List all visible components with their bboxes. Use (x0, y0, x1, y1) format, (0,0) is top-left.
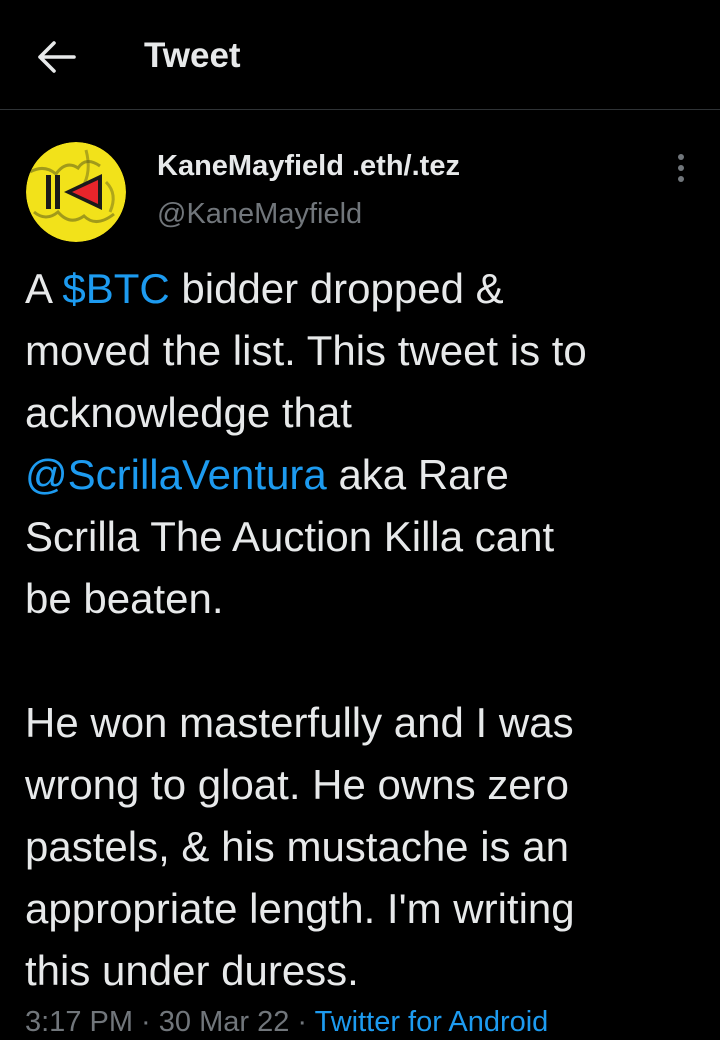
tweet-line: be beaten. (25, 575, 224, 622)
tweet-body: A $BTC bidder dropped & moved the list. … (25, 258, 695, 1002)
tweet-line: wrong to gloat. He owns zero (25, 761, 569, 808)
tweet-line: A $BTC bidder dropped & (25, 258, 695, 320)
tweet-line: pastels, & his mustache is an (25, 823, 569, 870)
mention-link-scrillaventura[interactable]: @ScrillaVentura (25, 451, 327, 498)
avatar[interactable] (26, 142, 126, 242)
tweet-line: @ScrillaVentura aka Rare (25, 444, 695, 506)
author-display-name[interactable]: KaneMayfield .eth/.tez (157, 148, 460, 184)
cashtag-link-btc[interactable]: $BTC (62, 265, 169, 312)
back-button[interactable] (30, 33, 82, 81)
arrow-left-icon (38, 41, 76, 73)
tweet-line: Scrilla The Auction Killa cant (25, 513, 555, 560)
tweet-line: acknowledge that (25, 389, 352, 436)
more-vertical-icon (678, 154, 684, 182)
paragraph-break (25, 630, 695, 692)
avatar-logo-icon (26, 142, 126, 242)
tweet-metadata: 3:17 PM · 30 Mar 22 · Twitter for Androi… (25, 1004, 548, 1040)
tweet-line: appropriate length. I'm writing (25, 885, 575, 932)
tweet-timestamp: 3:17 PM · 30 Mar 22 · (25, 1006, 315, 1038)
tweet-line: He won masterfully and I was (25, 699, 574, 746)
tweet-source-link[interactable]: Twitter for Android (315, 1006, 549, 1038)
tweet-text-segment: aka Rare (326, 451, 509, 498)
more-options-button[interactable] (664, 150, 698, 186)
tweet-line: this under duress. (25, 947, 359, 994)
tweet-text-segment: bidder dropped & (169, 265, 504, 312)
tweet-line: moved the list. This tweet is to (25, 327, 587, 374)
page-title: Tweet (144, 36, 241, 75)
tweet-text-segment: A (25, 265, 63, 312)
author-handle[interactable]: @KaneMayfield (157, 196, 362, 232)
top-bar: Tweet (0, 0, 720, 110)
